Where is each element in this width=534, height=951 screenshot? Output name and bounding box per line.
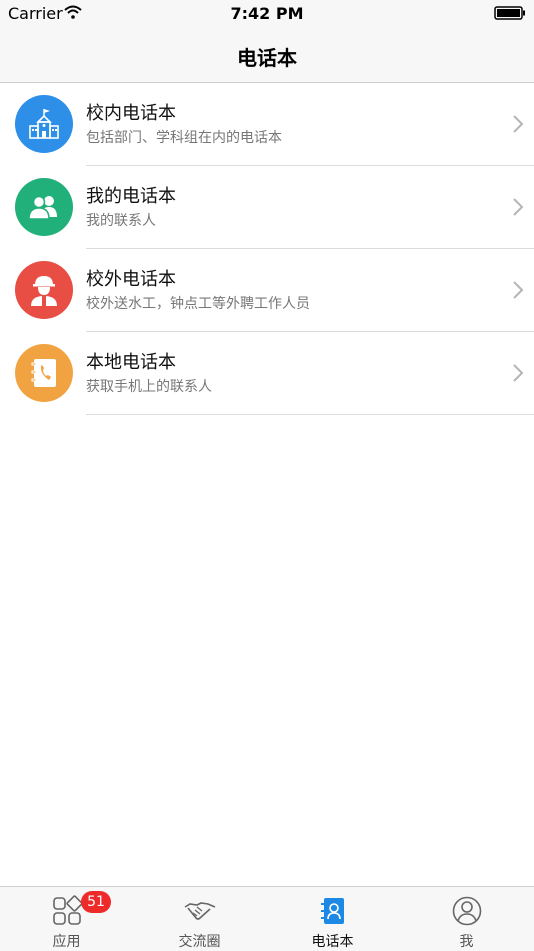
row-subtitle: 校外送水工，钟点工等外聘工作人员 <box>86 296 310 312</box>
tab-apps[interactable]: 51 应用 <box>0 887 133 951</box>
school-icon <box>15 95 73 153</box>
row-title: 校外电话本 <box>86 269 176 290</box>
tab-community[interactable]: 交流圈 <box>133 887 266 951</box>
row-subtitle: 包括部门、学科组在内的电话本 <box>86 130 282 146</box>
list-item-my-phonebook[interactable]: 我的电话本 我的联系人 <box>0 166 534 249</box>
contacts-icon <box>15 178 73 236</box>
profile-icon <box>452 896 481 926</box>
status-bar: Carrier 7:42 PM <box>0 0 534 28</box>
list-item-campus-phonebook[interactable]: 校内电话本 包括部门、学科组在内的电话本 <box>0 83 534 166</box>
battery-icon <box>494 6 525 20</box>
tab-label: 电话本 <box>311 934 354 950</box>
tab-label: 交流圈 <box>178 934 221 950</box>
handshake-icon <box>184 902 215 920</box>
row-subtitle: 获取手机上的联系人 <box>86 379 212 395</box>
list-item-local-phonebook[interactable]: 本地电话本 获取手机上的联系人 <box>0 332 534 415</box>
row-title: 校内电话本 <box>86 103 176 124</box>
tab-label: 应用 <box>52 934 81 950</box>
navigation-bar: 电话本 <box>0 28 534 83</box>
tab-phonebook[interactable]: 电话本 <box>266 887 399 951</box>
phonebook-list: 校内电话本 包括部门、学科组在内的电话本 我的电话本 我的联系人 校外电话本 校… <box>0 83 534 415</box>
row-title: 本地电话本 <box>86 352 176 373</box>
notification-badge: 51 <box>81 891 111 913</box>
worker-icon <box>15 261 73 319</box>
divider <box>86 414 534 415</box>
chevron-right-icon <box>513 115 524 133</box>
status-time: 7:42 PM <box>230 4 304 23</box>
row-subtitle: 我的联系人 <box>86 213 156 229</box>
phonebook-icon <box>15 344 73 402</box>
list-item-external-phonebook[interactable]: 校外电话本 校外送水工，钟点工等外聘工作人员 <box>0 249 534 332</box>
chevron-right-icon <box>513 281 524 299</box>
tab-bar: 51 应用 交流圈 电话本 我 <box>0 886 534 951</box>
row-title: 我的电话本 <box>86 186 176 207</box>
apps-grid-icon <box>52 895 83 925</box>
page-title: 电话本 <box>237 46 297 70</box>
chevron-right-icon <box>513 198 524 216</box>
tab-me[interactable]: 我 <box>400 887 533 951</box>
address-book-icon <box>320 898 344 924</box>
tab-label: 我 <box>459 934 474 950</box>
chevron-right-icon <box>513 364 524 382</box>
